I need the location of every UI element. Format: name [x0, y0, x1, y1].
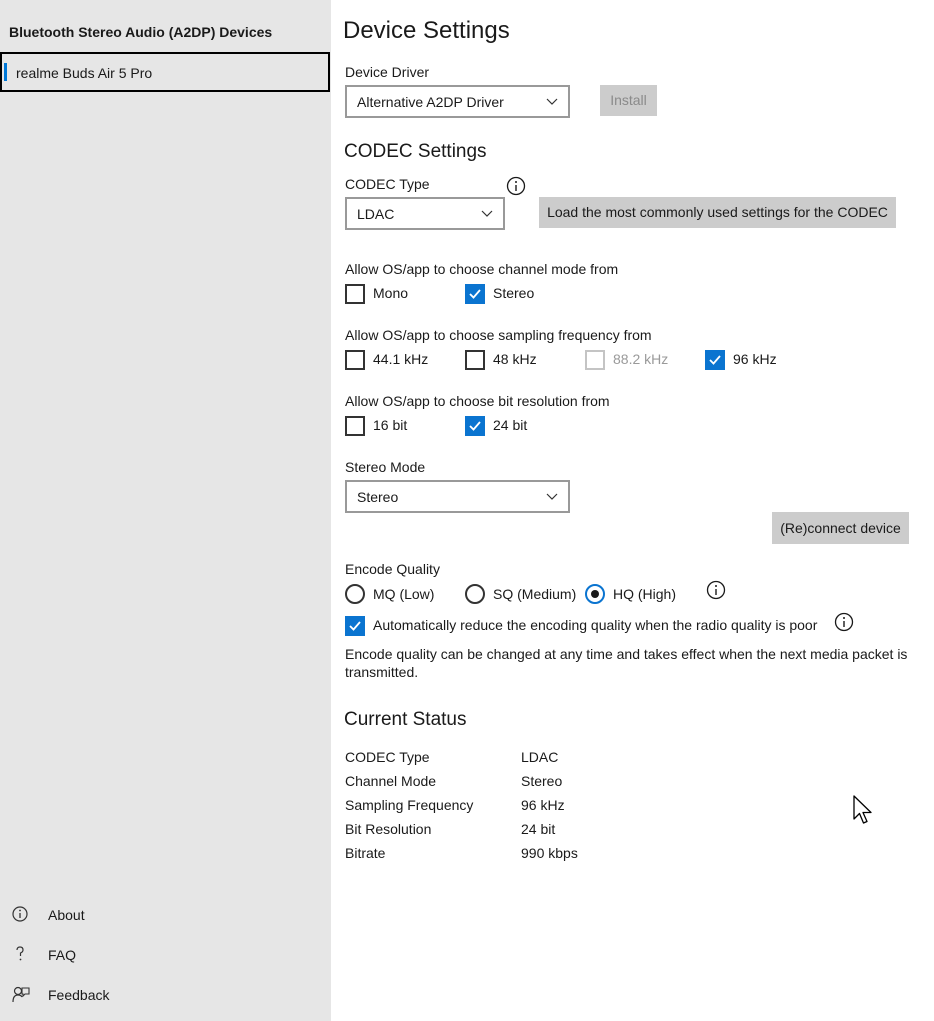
encode-quality-note: Encode quality can be changed at any tim…: [345, 646, 908, 680]
mono-label: Mono: [373, 285, 409, 301]
device-driver-label: Device Driver: [345, 64, 430, 80]
stereo-label: Stereo: [493, 285, 535, 301]
info-icon[interactable]: [506, 176, 526, 196]
mono-checkbox[interactable]: [345, 284, 365, 304]
load-defaults-button[interactable]: Load the most commonly used settings for…: [539, 197, 896, 228]
codec-type-label: CODEC Type: [345, 176, 430, 192]
mouse-pointer-icon: [853, 795, 872, 824]
chevron-down-icon: [481, 210, 493, 217]
nav-feedback-label: Feedback: [48, 987, 110, 1003]
codec-settings-heading: CODEC Settings: [344, 141, 487, 162]
encode-quality-label: Encode Quality: [345, 561, 440, 577]
freq-96-checkbox[interactable]: [705, 350, 725, 370]
nav-about-label: About: [48, 907, 85, 923]
sidebar-title: Bluetooth Stereo Audio (A2DP) Devices: [9, 24, 273, 40]
freq-96-label: 96 kHz: [733, 351, 777, 367]
device-name: realme Buds Air 5 Pro: [16, 65, 153, 81]
freq-88-checkbox[interactable]: [585, 350, 605, 370]
checkmark-icon: [469, 289, 481, 299]
nav-faq-label: FAQ: [48, 947, 77, 963]
mq-radio[interactable]: [345, 584, 365, 604]
status-key: CODEC Type: [345, 749, 430, 765]
codec-type-dropdown[interactable]: LDAC: [345, 197, 505, 230]
status-key: Bit Resolution: [345, 821, 432, 837]
bit-16-label: 16 bit: [373, 417, 408, 433]
sq-label: SQ (Medium): [493, 586, 577, 602]
sidebar: Bluetooth Stereo Audio (A2DP) Devices re…: [0, 0, 331, 1021]
bit-24-checkbox[interactable]: [465, 416, 485, 436]
freq-88-label: 88.2 kHz: [613, 351, 669, 367]
codec-type-value: LDAC: [357, 206, 395, 222]
mq-label: MQ (Low): [373, 586, 435, 602]
current-status-heading: Current Status: [344, 709, 467, 730]
stereo-mode-dropdown[interactable]: Stereo: [345, 480, 570, 513]
stereo-mode-label: Stereo Mode: [345, 459, 426, 475]
info-icon[interactable]: [834, 612, 854, 632]
stereo-checkbox[interactable]: [465, 284, 485, 304]
freq-44-label: 44.1 kHz: [373, 351, 429, 367]
status-value: 990 kbps: [521, 845, 578, 861]
checkmark-icon: [709, 355, 721, 365]
auto-reduce-label: Automatically reduce the encoding qualit…: [373, 617, 818, 633]
selection-indicator: [4, 63, 7, 81]
sq-radio[interactable]: [465, 584, 485, 604]
chevron-down-icon: [546, 98, 558, 105]
status-value: 96 kHz: [521, 797, 565, 813]
status-value: Stereo: [521, 773, 563, 789]
checkmark-icon: [349, 621, 361, 631]
status-key: Sampling Frequency: [345, 797, 474, 813]
nav-faq[interactable]: FAQ: [12, 944, 312, 968]
page-title: Device Settings: [343, 17, 510, 44]
status-value: 24 bit: [521, 821, 556, 837]
auto-reduce-checkbox[interactable]: [345, 616, 365, 636]
bit-24-label: 24 bit: [493, 417, 528, 433]
chevron-down-icon: [546, 493, 558, 500]
checkmark-icon: [469, 421, 481, 431]
device-list-item[interactable]: realme Buds Air 5 Pro: [0, 52, 330, 92]
device-driver-value: Alternative A2DP Driver: [357, 94, 504, 110]
reconnect-device-button[interactable]: (Re)connect device: [772, 512, 909, 544]
nav-about[interactable]: About: [12, 904, 312, 928]
question-icon: [16, 946, 24, 961]
sampling-frequency-label: Allow OS/app to choose sampling frequenc…: [345, 327, 652, 343]
bit-16-checkbox[interactable]: [345, 416, 365, 436]
install-button[interactable]: Install: [600, 85, 657, 116]
info-icon: [12, 906, 28, 922]
status-key: Bitrate: [345, 845, 386, 861]
info-icon[interactable]: [706, 580, 726, 600]
nav-feedback[interactable]: Feedback: [12, 984, 312, 1008]
device-driver-dropdown[interactable]: Alternative A2DP Driver: [345, 85, 570, 118]
feedback-icon: [12, 986, 30, 1003]
channel-mode-label: Allow OS/app to choose channel mode from: [345, 261, 619, 277]
hq-label: HQ (High): [613, 586, 677, 602]
bit-resolution-label: Allow OS/app to choose bit resolution fr…: [345, 393, 610, 409]
freq-44-checkbox[interactable]: [345, 350, 365, 370]
hq-radio[interactable]: [585, 584, 605, 604]
stereo-mode-value: Stereo: [357, 489, 399, 505]
freq-48-label: 48 kHz: [493, 351, 537, 367]
status-value: LDAC: [521, 749, 559, 765]
freq-48-checkbox[interactable]: [465, 350, 485, 370]
status-key: Channel Mode: [345, 773, 437, 789]
